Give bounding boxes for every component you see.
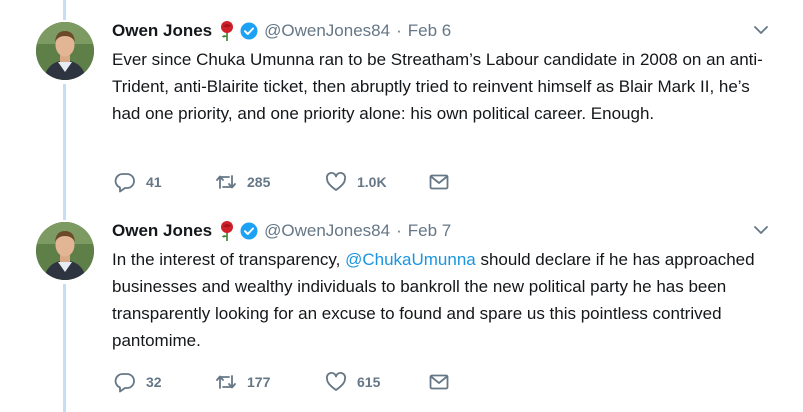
envelope-icon <box>429 374 449 390</box>
retweet-button[interactable]: 177 <box>215 370 270 394</box>
rose-icon <box>221 221 234 241</box>
retweet-count: 177 <box>247 374 271 390</box>
reply-button[interactable]: 41 <box>114 170 162 194</box>
reply-count: 32 <box>146 374 162 390</box>
tweet-date[interactable]: Feb 6 <box>408 21 451 41</box>
avatar[interactable] <box>36 222 94 280</box>
rose-icon <box>221 21 234 41</box>
author-handle[interactable]: @OwenJones84 <box>264 221 390 241</box>
direct-message-button[interactable] <box>428 370 450 394</box>
separator-dot: · <box>396 221 402 240</box>
heart-icon <box>326 172 346 191</box>
verified-badge-icon <box>240 22 258 40</box>
tweet-text: In the interest of transparency, @ChukaU… <box>112 246 772 354</box>
like-count: 1.0K <box>357 174 387 190</box>
tweet[interactable]: Owen Jones @OwenJones84 · Feb 6 Ever sin… <box>0 0 803 200</box>
retweet-count: 285 <box>247 174 271 190</box>
separator-dot: · <box>396 21 402 40</box>
like-button[interactable]: 615 <box>325 370 380 394</box>
chevron-down-icon[interactable] <box>753 24 769 36</box>
avatar-photo <box>36 222 94 280</box>
direct-message-button[interactable] <box>428 170 450 194</box>
author-handle[interactable]: @OwenJones84 <box>264 21 390 41</box>
chevron-down-icon[interactable] <box>753 224 769 236</box>
mention-link[interactable]: @ChukaUmunna <box>345 250 476 269</box>
like-count: 615 <box>357 374 381 390</box>
tweet-actions: 32 177 615 <box>114 370 514 394</box>
verified-badge-icon <box>240 222 258 240</box>
avatar[interactable] <box>36 22 94 80</box>
tweet-date[interactable]: Feb 7 <box>408 221 451 241</box>
reply-count: 41 <box>146 174 162 190</box>
avatar-photo <box>36 22 94 80</box>
tweet-actions: 41 285 1.0K <box>114 170 514 194</box>
reply-icon <box>114 373 135 393</box>
tweet-header: Owen Jones @OwenJones84 · Feb 7 <box>112 218 451 244</box>
author-name[interactable]: Owen Jones <box>112 221 212 241</box>
reply-button[interactable]: 32 <box>114 370 162 394</box>
heart-icon <box>326 372 346 391</box>
tweet-header: Owen Jones @OwenJones84 · Feb 6 <box>112 18 451 44</box>
retweet-icon <box>216 375 236 389</box>
tweet-text: Ever since Chuka Umunna ran to be Streat… <box>112 50 763 123</box>
reply-icon <box>114 173 135 193</box>
envelope-icon <box>429 174 449 190</box>
like-button[interactable]: 1.0K <box>325 170 387 194</box>
retweet-button[interactable]: 285 <box>215 170 270 194</box>
tweet[interactable]: Owen Jones @OwenJones84 · Feb 7 In the i… <box>0 200 803 400</box>
tweet-text-before: In the interest of transparency, <box>112 250 346 269</box>
retweet-icon <box>216 175 236 189</box>
author-name[interactable]: Owen Jones <box>112 21 212 41</box>
